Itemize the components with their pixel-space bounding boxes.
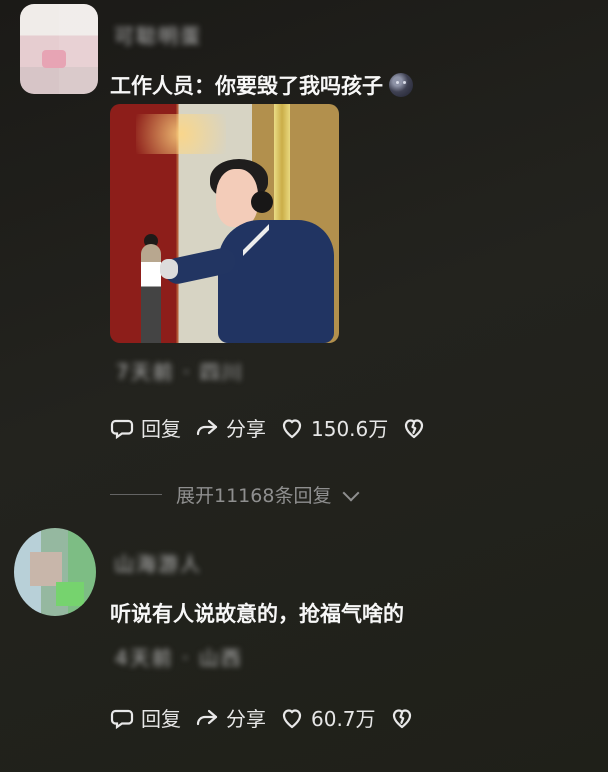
share-label-1: 分享 xyxy=(226,417,266,441)
share-icon xyxy=(195,706,219,730)
like-button-2[interactable]: 60.7万 xyxy=(280,703,376,732)
comment-avatar-1[interactable] xyxy=(20,4,98,94)
share-icon xyxy=(195,416,219,440)
comment-username-2[interactable]: 山海游人 xyxy=(114,548,202,577)
reply-label-1: 回复 xyxy=(141,417,181,441)
media-glow xyxy=(136,114,226,154)
broken-heart-icon xyxy=(390,706,414,730)
comment-meta-2: 4天前 · 山西 xyxy=(115,646,243,670)
expand-replies-label: 展开11168条回复 xyxy=(176,485,332,507)
person-collar xyxy=(243,220,269,260)
media-main-person xyxy=(160,159,337,343)
dislike-button-1[interactable] xyxy=(402,416,426,440)
comment-actions-1: 回复 分享 150.6万 xyxy=(110,413,426,442)
comment-text-1-value: 工作人员：你要毁了我吗孩子 xyxy=(110,74,383,98)
comment-actions-2: 回复 分享 60.7万 xyxy=(110,703,414,732)
comment-username-1[interactable]: 可聪明蛋 xyxy=(114,20,202,49)
broken-heart-icon xyxy=(402,416,426,440)
person-glove xyxy=(160,259,178,279)
like-button-1[interactable]: 150.6万 xyxy=(280,413,388,442)
reply-icon xyxy=(110,706,134,730)
like-count-2: 60.7万 xyxy=(311,707,376,731)
person-bun xyxy=(251,191,273,213)
expand-replies-button[interactable]: 展开11168条回复 xyxy=(110,481,360,508)
like-count-1: 150.6万 xyxy=(311,417,389,441)
comment-meta-1: 7天前 · 四川 xyxy=(116,360,244,384)
share-button-1[interactable]: 分享 xyxy=(195,413,266,442)
comment-text-2: 听说有人说故意的，抢福气啥的 xyxy=(110,602,404,626)
comment-media-image[interactable] xyxy=(110,104,339,343)
emoji-icon xyxy=(389,73,413,97)
background-person xyxy=(141,244,161,343)
share-button-2[interactable]: 分享 xyxy=(195,703,266,732)
chevron-down-icon xyxy=(342,484,360,501)
reply-button-2[interactable]: 回复 xyxy=(110,703,181,732)
share-label-2: 分享 xyxy=(226,707,266,731)
expand-divider-line xyxy=(110,494,162,495)
reply-label-2: 回复 xyxy=(141,707,181,731)
comment-avatar-2[interactable] xyxy=(14,528,96,616)
reply-button-1[interactable]: 回复 xyxy=(110,413,181,442)
heart-icon xyxy=(280,416,304,440)
heart-icon xyxy=(280,706,304,730)
dislike-button-2[interactable] xyxy=(390,706,414,730)
comment-text-1: 工作人员：你要毁了我吗孩子 xyxy=(110,70,413,100)
reply-icon xyxy=(110,416,134,440)
person-body xyxy=(218,220,334,343)
